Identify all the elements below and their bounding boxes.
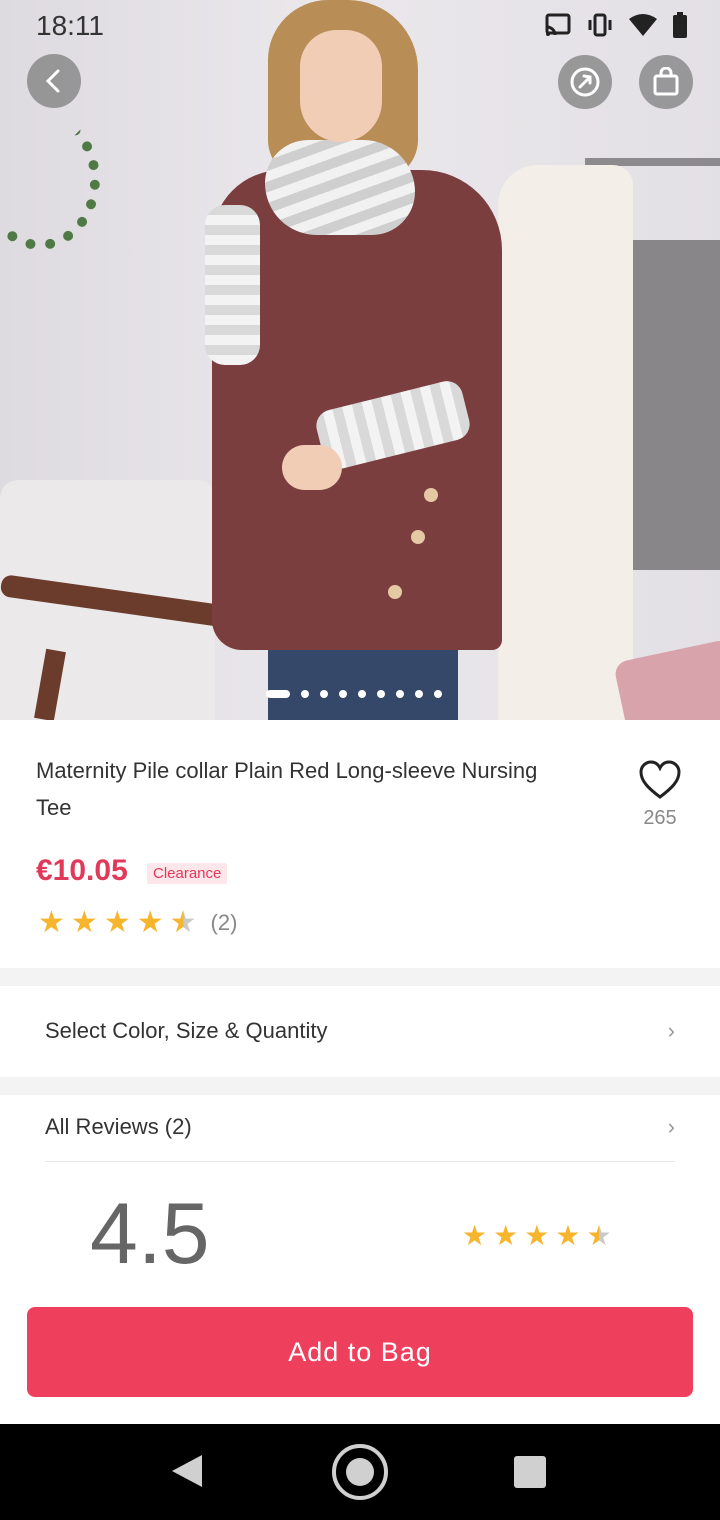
- model-hand: [282, 445, 342, 490]
- product-image[interactable]: [0, 0, 720, 720]
- half-star-icon: ★: [586, 1220, 612, 1251]
- shopping-bag-icon: [653, 67, 679, 96]
- clearance-badge: Clearance: [147, 863, 228, 884]
- back-button[interactable]: [27, 54, 81, 108]
- heart-icon: [639, 760, 681, 799]
- pagination-dot[interactable]: [301, 690, 309, 698]
- select-options-row[interactable]: Select Color, Size & Quantity ›: [45, 1013, 675, 1049]
- model-collar: [265, 140, 415, 235]
- review-count: (2): [210, 910, 238, 935]
- star-icon: ★: [70, 906, 98, 939]
- star-icon: ★: [524, 1220, 550, 1251]
- half-star-icon: ★: [169, 906, 197, 939]
- product-price: €10.05: [36, 854, 128, 887]
- favorite-button[interactable]: 265: [632, 760, 688, 830]
- bag-button[interactable]: [639, 55, 693, 109]
- add-to-bag-button[interactable]: Add to Bag: [27, 1307, 693, 1397]
- white-blanket: [498, 165, 633, 720]
- status-icons: [544, 12, 688, 38]
- wifi-icon: [629, 14, 657, 36]
- back-arrow-icon: [45, 69, 60, 93]
- product-rating[interactable]: ★ ★ ★ ★ ★ (2): [38, 908, 237, 938]
- share-icon: [570, 67, 600, 97]
- cast-icon: [545, 13, 571, 36]
- section-divider: [0, 968, 720, 986]
- tunic-button: [388, 585, 402, 599]
- star-icon: ★: [555, 1220, 581, 1251]
- model-sleeve-left: [205, 205, 260, 365]
- favorite-count: 265: [643, 807, 677, 829]
- status-time: 18:11: [36, 10, 104, 41]
- nav-back-icon[interactable]: [172, 1455, 202, 1487]
- star-icon: ★: [103, 906, 131, 939]
- pagination-dot[interactable]: [415, 690, 423, 698]
- pagination-dot[interactable]: [434, 690, 442, 698]
- star-icon: ★: [462, 1220, 488, 1251]
- nav-recents-icon[interactable]: [514, 1456, 546, 1488]
- image-pagination: [266, 690, 442, 698]
- all-reviews-row[interactable]: All Reviews (2) ›: [45, 1110, 675, 1144]
- review-score: 4.5: [90, 1186, 210, 1282]
- star-icon: ★: [493, 1220, 519, 1251]
- chevron-right-icon: ›: [667, 1114, 675, 1139]
- all-reviews-label: All Reviews (2): [45, 1114, 192, 1139]
- section-divider: [0, 1077, 720, 1095]
- nav-home-icon[interactable]: [332, 1444, 388, 1500]
- pagination-dot[interactable]: [320, 690, 328, 698]
- chevron-right-icon: ›: [667, 1018, 675, 1043]
- share-button[interactable]: [558, 55, 612, 109]
- tunic-button: [424, 488, 438, 502]
- pagination-dot[interactable]: [358, 690, 366, 698]
- pagination-dot[interactable]: [396, 690, 404, 698]
- tunic-button: [411, 530, 425, 544]
- pagination-dot[interactable]: [377, 690, 385, 698]
- pagination-dot-active[interactable]: [266, 690, 290, 698]
- star-icon: ★: [38, 906, 65, 939]
- vibrate-icon: [588, 13, 612, 37]
- status-bar: 18:11: [0, 0, 720, 56]
- star-icon: ★: [136, 906, 164, 939]
- product-title: Maternity Pile collar Plain Red Long-sle…: [36, 758, 538, 820]
- pagination-dot[interactable]: [339, 690, 347, 698]
- battery-icon: [673, 12, 687, 38]
- divider: [45, 1161, 675, 1162]
- review-stars: ★ ★ ★ ★ ★: [462, 1222, 612, 1250]
- select-options-label: Select Color, Size & Quantity: [45, 1018, 328, 1043]
